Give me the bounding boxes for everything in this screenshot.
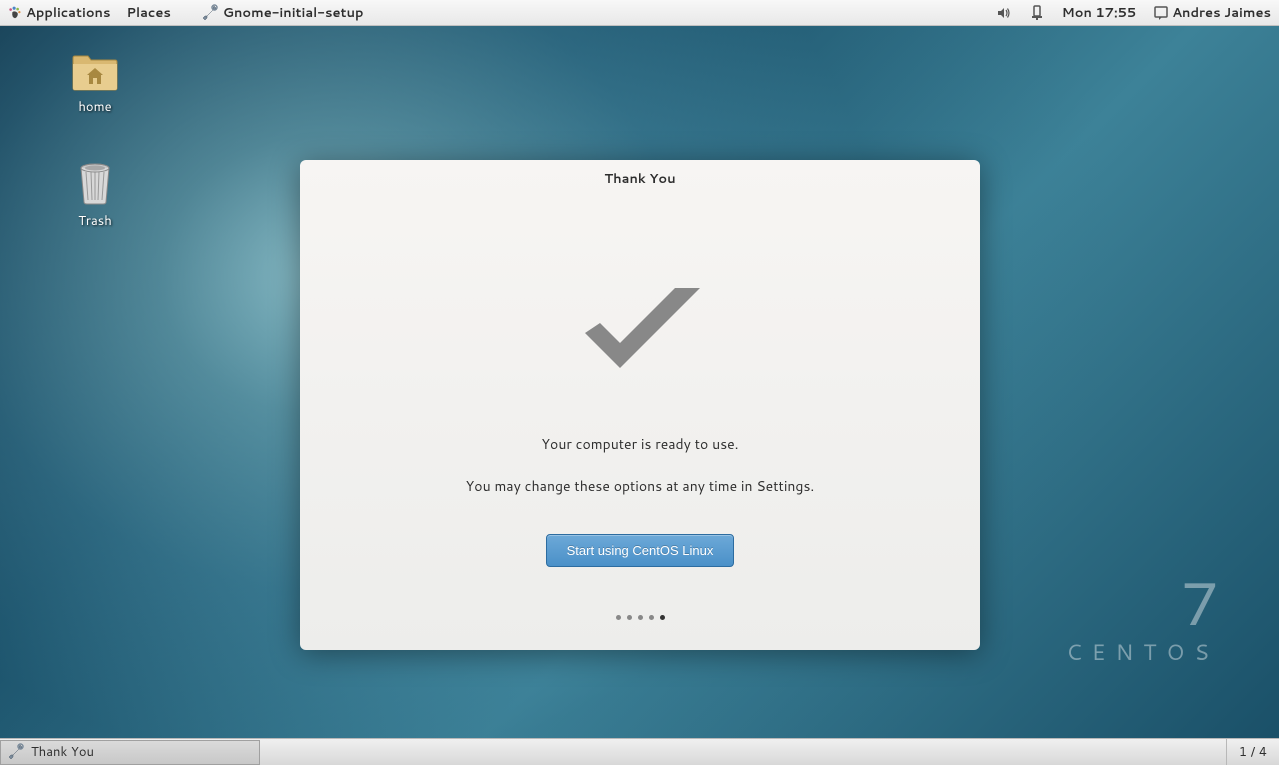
start-using-button[interactable]: Start using CentOS Linux: [546, 534, 735, 567]
centos-branding: 7 CENTOS: [1066, 573, 1219, 668]
applications-menu[interactable]: Applications: [8, 4, 110, 22]
desktop-icons-container: home Trash: [60, 50, 130, 230]
taskbar-item-thank-you[interactable]: Thank You: [0, 740, 260, 765]
page-dot: [627, 615, 632, 620]
user-menu[interactable]: Andres Jaimes: [1154, 4, 1271, 22]
user-available-icon: [1154, 6, 1168, 20]
centos-version: 7: [1066, 573, 1219, 633]
trash-icon-desktop[interactable]: Trash: [60, 162, 130, 230]
workspace-label: 1 / 4: [1239, 743, 1267, 761]
checkmark-container: [565, 268, 715, 394]
home-folder-icon[interactable]: home: [60, 50, 130, 116]
wrench-icon: [201, 4, 219, 22]
dialog-title: Thank You: [604, 160, 675, 198]
clock[interactable]: Mon 17:55: [1062, 4, 1137, 22]
clock-label: Mon 17:55: [1062, 4, 1137, 22]
gnome-foot-icon: [8, 6, 22, 20]
places-menu[interactable]: Places: [126, 4, 170, 22]
trash-bin-icon: [75, 162, 115, 206]
page-dot-active: [660, 615, 665, 620]
page-dot: [638, 615, 643, 620]
current-app-label: Gnome-initial-setup: [223, 4, 364, 22]
taskbar-item-label: Thank You: [31, 743, 94, 761]
trash-label: Trash: [78, 212, 112, 230]
dialog-main-text: Your computer is ready to use.: [541, 434, 738, 454]
wrench-icon: [7, 743, 25, 761]
applications-label: Applications: [26, 4, 110, 22]
panel-left-section: Applications Places Gnome-initial-setup: [8, 4, 363, 22]
page-dot: [649, 615, 654, 620]
bottom-panel: Thank You 1 / 4: [0, 738, 1279, 765]
folder-home-icon: [71, 50, 119, 92]
workspace-indicator[interactable]: 1 / 4: [1226, 739, 1279, 765]
current-app-indicator[interactable]: Gnome-initial-setup: [201, 4, 364, 22]
network-icon[interactable]: [1030, 5, 1044, 21]
places-label: Places: [126, 4, 170, 22]
panel-right-section: Mon 17:55 Andres Jaimes: [996, 4, 1271, 22]
home-label: home: [78, 98, 111, 116]
initial-setup-dialog: Thank You Your computer is ready to use.…: [300, 160, 980, 650]
page-dot: [616, 615, 621, 620]
volume-icon[interactable]: [996, 5, 1012, 21]
page-indicator: [616, 615, 665, 620]
centos-name: CENTOS: [1066, 637, 1219, 668]
dialog-sub-text: You may change these options at any time…: [466, 476, 815, 496]
desktop[interactable]: home Trash 7 CENTOS Thank You: [0, 26, 1279, 738]
checkmark-icon: [565, 268, 715, 388]
top-panel: Applications Places Gnome-initial-setup …: [0, 0, 1279, 26]
user-name-label: Andres Jaimes: [1172, 4, 1271, 22]
